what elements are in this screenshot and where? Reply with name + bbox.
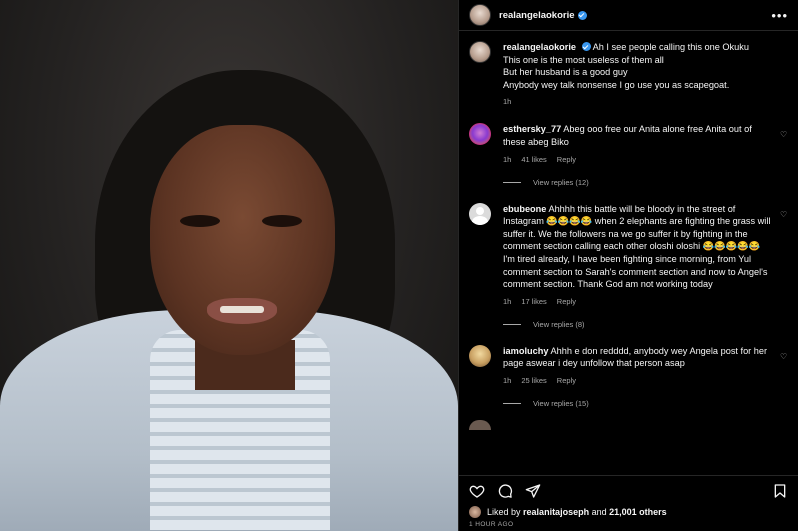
avatar[interactable] [469,123,491,146]
heart-icon[interactable] [469,483,485,499]
comment: iamoluchy Ahhh e don redddd, anybody wey… [469,344,788,385]
replies-divider [503,181,521,183]
avatar[interactable] [469,419,491,430]
post-username[interactable]: realangelaokorie [499,10,575,21]
caption-line: But her husband is a good guy [503,67,628,78]
comment: esthersky_77 Abeg ooo free our Anita alo… [469,123,788,164]
comment: ebubeone Ahhhh this battle will be blood… [469,202,788,306]
liked-by-middle: and [591,507,607,517]
view-replies-label[interactable]: View replies (8) [533,320,585,329]
view-replies-button[interactable]: View replies (8) [503,320,788,329]
post-header: realangelaokorie ••• [459,0,798,31]
comment-time: 1h [503,154,512,164]
caption: realangelaokorie Ah I see people calling… [469,41,788,106]
heart-icon[interactable]: ♡ [780,352,788,361]
caption-line: Anybody wey talk nonsense I go use you a… [503,79,730,90]
more-options-icon[interactable]: ••• [771,8,788,23]
photo-teeth [220,306,264,313]
caption-time: 1h [503,97,512,107]
verified-icon [581,42,591,51]
share-icon[interactable] [525,483,541,499]
view-replies-label[interactable]: View replies (12) [533,178,589,187]
avatar[interactable] [469,202,491,225]
view-replies-button[interactable]: View replies (15) [503,399,788,408]
caption-line: This one is the most useless of them all [503,54,664,65]
replies-divider [503,402,521,404]
instagram-post-view: realangelaokorie ••• realangelaokorie Ah… [0,0,798,531]
comments-list[interactable]: realangelaokorie Ah I see people calling… [459,31,798,475]
avatar[interactable] [469,41,491,63]
comment-username[interactable]: iamoluchy [503,346,548,356]
reply-button[interactable]: Reply [557,376,576,385]
photo-eye [262,215,302,227]
heart-icon[interactable]: ♡ [780,131,788,139]
liked-by: Liked by realanitajoseph and 21,001 othe… [459,505,798,519]
comment-likes[interactable]: 17 likes [521,297,546,306]
comment-time: 1h [503,296,512,306]
liked-by-others[interactable]: 21,001 others [609,507,667,517]
avatar[interactable] [469,4,491,26]
avatar[interactable] [469,344,491,367]
replies-divider [503,323,521,325]
comment-likes[interactable]: 41 likes [521,155,546,164]
view-replies-label[interactable]: View replies (15) [533,399,589,408]
comment-username[interactable]: esthersky_77 [503,124,561,134]
comment-likes[interactable]: 25 likes [521,376,546,385]
comment-username[interactable]: ebubeone [503,204,546,214]
caption-line: Ah I see people calling this one Okuku [592,42,749,52]
liked-by-user[interactable]: realanitajoseph [523,507,589,517]
comment-icon[interactable] [497,483,513,499]
heart-icon[interactable]: ♡ [780,210,788,219]
reply-button[interactable]: Reply [557,155,576,164]
liked-by-prefix: Liked by [487,507,521,517]
next-comment-partial [469,419,788,430]
comment-time: 1h [503,375,512,385]
comment-text: Ahhhh this battle will be bloody in the … [503,203,771,290]
reply-button[interactable]: Reply [557,297,576,306]
view-replies-button[interactable]: View replies (12) [503,178,788,187]
verified-icon [577,10,587,20]
photo-eye [180,215,220,227]
avatar[interactable] [469,506,481,518]
post-time-ago: 1 HOUR AGO [469,521,514,528]
post-panel: realangelaokorie ••• realangelaokorie Ah… [458,0,798,531]
caption-username[interactable]: realangelaokorie [503,42,576,52]
action-bar [459,475,798,505]
bookmark-icon[interactable] [772,483,788,499]
post-photo[interactable] [0,0,458,531]
